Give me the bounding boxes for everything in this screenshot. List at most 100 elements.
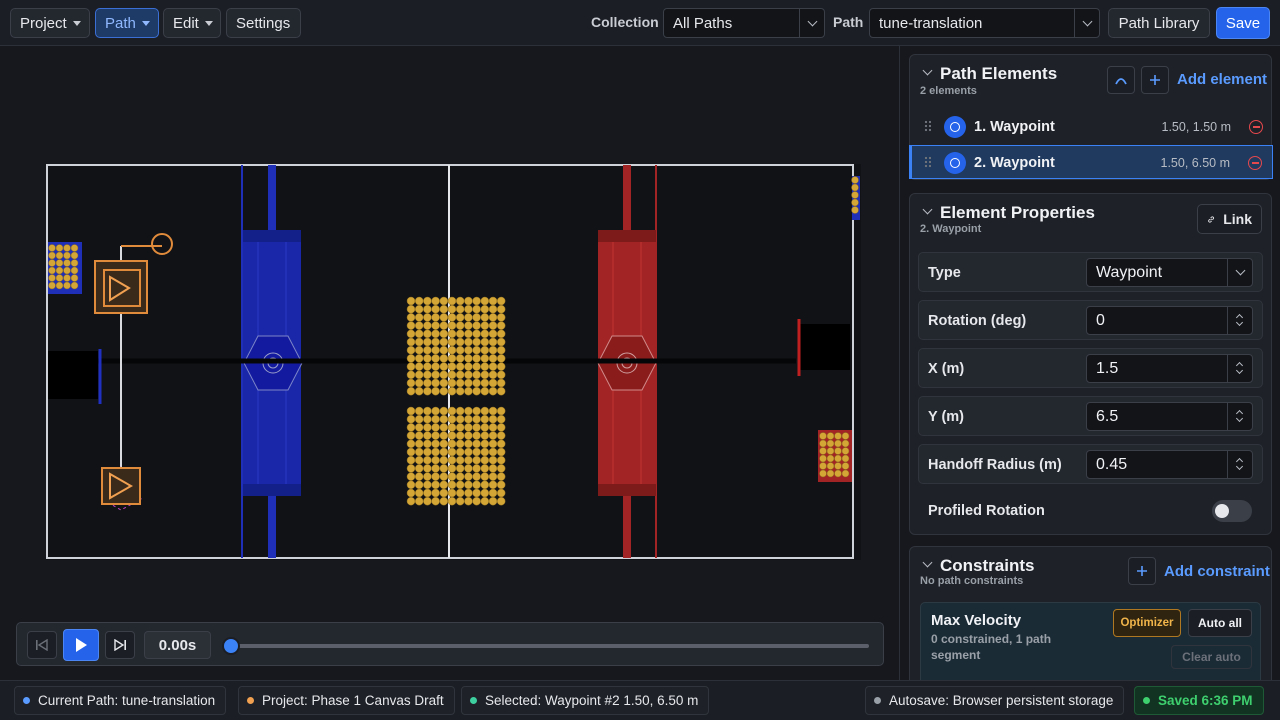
fuel-ball <box>431 406 440 416</box>
fuel-ball <box>480 414 490 424</box>
fuel-ball <box>455 321 465 330</box>
fuel-ball <box>488 329 498 339</box>
fuel-ball <box>819 439 827 448</box>
chevron-down-icon[interactable] <box>922 204 933 215</box>
fuel-ball <box>472 439 481 449</box>
x-input[interactable]: 1.5 <box>1086 354 1253 383</box>
path-value: tune-translation <box>879 14 983 32</box>
auto-all-button[interactable]: Auto all <box>1188 609 1252 637</box>
fuel-ball <box>406 480 416 490</box>
fuel-ball <box>464 406 473 416</box>
type-value: Waypoint <box>1096 263 1163 281</box>
chevron-down-icon[interactable] <box>922 557 933 568</box>
fuel-ball <box>439 378 449 388</box>
waypoint-row-2[interactable]: 2. Waypoint 1.50, 6.50 m <box>909 145 1273 179</box>
fuel-ball <box>488 488 498 498</box>
rotation-value: 0 <box>1096 311 1105 329</box>
fuel-ball <box>414 321 424 330</box>
timeline-scrubber[interactable] <box>222 637 240 655</box>
fuel-ball <box>455 329 465 339</box>
fuel-ball <box>447 472 457 481</box>
fuel-ball <box>431 431 440 440</box>
rotation-label: Rotation (deg) <box>928 313 1027 329</box>
field-canvas[interactable] <box>46 164 861 560</box>
remove-icon[interactable] <box>1249 120 1263 134</box>
link-button[interactable]: Link <box>1197 204 1262 234</box>
max-velocity-title: Max Velocity <box>931 612 1022 629</box>
fuel-ball <box>488 296 498 306</box>
fuel-ball <box>455 423 465 432</box>
fuel-ball <box>488 464 498 473</box>
fuel-ball <box>851 191 859 199</box>
stepper-icon[interactable] <box>1227 403 1252 430</box>
clear-auto-button[interactable]: Clear auto <box>1171 645 1252 669</box>
fuel-ball <box>488 496 498 506</box>
status-dot-icon <box>874 697 881 704</box>
curve-button[interactable] <box>1107 66 1135 94</box>
skip-back-button[interactable] <box>27 631 57 659</box>
fuel-ball <box>472 370 481 380</box>
edit-menu-button[interactable]: Edit <box>163 8 221 38</box>
type-select[interactable]: Waypoint <box>1086 258 1253 287</box>
fuel-ball <box>496 464 506 473</box>
save-button[interactable]: Save <box>1216 7 1270 39</box>
timeline-track[interactable] <box>227 644 869 648</box>
rotation-input[interactable]: 0 <box>1086 306 1253 335</box>
fuel-ball <box>406 321 416 330</box>
stepper-icon[interactable] <box>1227 451 1252 478</box>
curve-icon <box>1115 78 1127 85</box>
remove-icon[interactable] <box>1248 156 1262 170</box>
fuel-ball <box>431 296 440 306</box>
profiled-rotation-toggle[interactable] <box>1212 500 1252 522</box>
stepper-icon[interactable] <box>1227 307 1252 334</box>
fuel-ball <box>488 386 498 396</box>
fuel-ball <box>455 406 465 416</box>
fuel-ball <box>472 447 481 457</box>
fuel-ball <box>472 313 481 322</box>
play-button[interactable] <box>63 629 99 661</box>
optimizer-button[interactable]: Optimizer <box>1113 609 1181 637</box>
fuel-ball <box>70 266 79 275</box>
chevron-down-icon <box>1227 259 1252 286</box>
fuel-ball <box>439 472 449 481</box>
handoff-input[interactable]: 0.45 <box>1086 450 1253 479</box>
y-input[interactable]: 6.5 <box>1086 402 1253 431</box>
path-library-button[interactable]: Path Library <box>1108 8 1210 38</box>
fuel-ball <box>826 432 835 440</box>
chevron-down-icon[interactable] <box>922 65 933 76</box>
current-path-status: Current Path: tune-translation <box>14 686 227 715</box>
fuel-ball <box>472 386 481 396</box>
fuel-ball <box>480 464 490 473</box>
fuel-ball <box>826 439 835 448</box>
path-select[interactable]: tune-translation <box>869 8 1100 38</box>
collection-select[interactable]: All Paths <box>663 8 825 38</box>
add-element-button[interactable]: Add element <box>1177 71 1267 88</box>
fuel-ball <box>447 304 457 314</box>
waypoint-row-1[interactable]: 1. Waypoint 1.50, 1.50 m <box>910 110 1273 144</box>
stepper-icon[interactable] <box>1227 355 1252 382</box>
fuel-ball <box>431 337 440 347</box>
caret-down-icon <box>72 20 81 26</box>
path-menu-button[interactable]: Path <box>95 8 159 38</box>
fuel-ball <box>414 406 424 416</box>
saved-status: Saved 6:36 PM <box>1134 686 1264 715</box>
project-menu-button[interactable]: Project <box>10 8 90 38</box>
skip-forward-button[interactable] <box>105 631 135 659</box>
settings-button[interactable]: Settings <box>226 8 301 38</box>
drag-handle-icon[interactable] <box>924 120 931 132</box>
add-constraint-button[interactable]: Add constraint <box>1164 563 1270 580</box>
fuel-ball <box>423 345 432 355</box>
fuel-ball <box>826 469 835 478</box>
fuel-ball <box>63 259 71 267</box>
add-element-icon-button[interactable] <box>1141 66 1169 94</box>
x-label: X (m) <box>928 361 965 377</box>
fuel-ball <box>447 447 457 457</box>
top-toolbar: Project Path Edit Settings Collection Al… <box>0 0 1280 46</box>
fuel-ball <box>406 423 416 432</box>
link-icon <box>1208 215 1215 223</box>
fuel-ball <box>414 362 424 371</box>
fuel-ball <box>472 304 481 314</box>
add-constraint-icon-button[interactable] <box>1128 557 1156 585</box>
fuel-ball <box>472 431 481 440</box>
drag-handle-icon[interactable] <box>924 156 931 168</box>
